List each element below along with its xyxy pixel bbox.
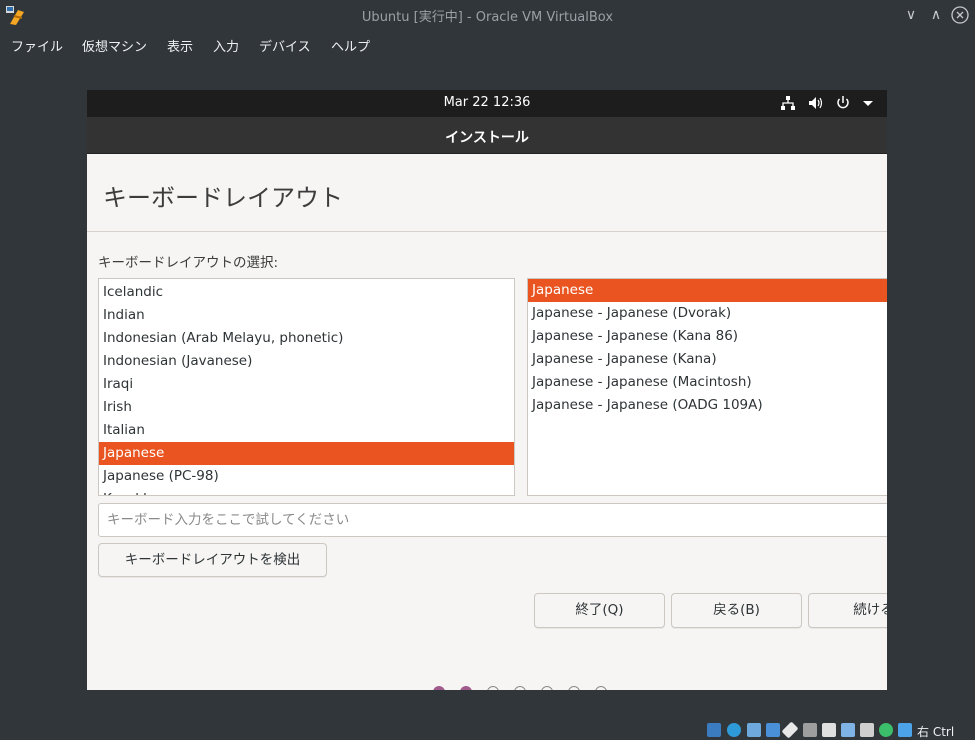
variant-item-japanese-selected[interactable]: Japanese [528,279,887,302]
detect-layout-button[interactable]: キーボードレイアウトを検出 [98,543,327,577]
shared-folders-icon[interactable] [803,723,817,737]
hard-disk-icon[interactable] [707,723,721,737]
menu-file[interactable]: ファイル [11,36,63,55]
clock[interactable]: Mar 22 12:36 [87,95,887,110]
page-title: キーボードレイアウト [103,184,343,212]
host-titlebar: Ubuntu [実行中] - Oracle VM VirtualBox ∨ ∧ [0,0,975,30]
vm-screen[interactable]: Mar 22 12:36 インストール キーボードレイアウト キーボードレイアウ… [87,90,887,690]
recording-icon[interactable] [841,723,855,737]
power-icon[interactable] [834,94,852,112]
variant-item-dvorak[interactable]: Japanese - Japanese (Dvorak) [528,302,887,325]
variant-item-oadg109a[interactable]: Japanese - Japanese (OADG 109A) [528,394,887,417]
host-statusbar: 右 Ctrl [0,720,975,740]
keyboard-test-input[interactable] [98,503,887,537]
layout-item-irish[interactable]: Irish [99,396,514,419]
host-key-label: 右 Ctrl [917,725,955,739]
progress-dot [541,686,553,690]
ubuntu-top-bar: Mar 22 12:36 [87,90,887,117]
window-title: Ubuntu [実行中] - Oracle VM VirtualBox [361,10,614,25]
cpu-icon[interactable] [860,723,874,737]
layout-item-indonesian-arab-melayu[interactable]: Indonesian (Arab Melayu, phonetic) [99,327,514,350]
layout-item-japanese-selected[interactable]: Japanese [99,442,514,465]
maximize-icon[interactable]: ∧ [926,5,946,25]
variant-list[interactable]: Japanese Japanese - Japanese (Dvorak) Ja… [527,278,887,496]
layout-item-japanese-pc98[interactable]: Japanese (PC-98) [99,465,514,488]
page-header: キーボードレイアウト [87,154,887,232]
variant-item-kana86[interactable]: Japanese - Japanese (Kana 86) [528,325,887,348]
layout-item-iraqi[interactable]: Iraqi [99,373,514,396]
network-adapter-icon[interactable] [766,723,780,737]
variant-item-kana[interactable]: Japanese - Japanese (Kana) [528,348,887,371]
installer-title: インストール [445,130,529,146]
optical-drive-icon[interactable] [727,723,741,737]
minimize-icon[interactable]: ∨ [901,5,921,25]
variant-item-macintosh[interactable]: Japanese - Japanese (Macintosh) [528,371,887,394]
layout-item-indonesian-javanese[interactable]: Indonesian (Javanese) [99,350,514,373]
continue-button[interactable]: 続ける [808,593,887,628]
network-icon[interactable] [779,94,797,112]
progress-dot [595,686,607,690]
back-button[interactable]: 戻る(B) [671,593,802,628]
layout-item-italian[interactable]: Italian [99,419,514,442]
audio-icon[interactable] [747,723,761,737]
system-menu-arrow-icon[interactable] [859,94,877,112]
layout-section-label: キーボードレイアウトの選択: [98,255,279,271]
progress-dot [460,686,472,690]
layout-item-icelandic[interactable]: Icelandic [99,281,514,304]
quit-button[interactable]: 終了(Q) [534,593,665,628]
progress-dot [433,686,445,690]
host-key-arrow-icon[interactable] [898,723,912,737]
progress-dot [514,686,526,690]
layout-item-kazakh[interactable]: Kazakh [99,488,514,495]
guest-additions-icon[interactable] [879,723,893,737]
progress-dot [487,686,499,690]
host-menubar: ファイル 仮想マシン 表示 入力 デバイス ヘルプ [0,30,975,58]
usb-icon[interactable] [781,721,799,739]
installer-header: インストール [87,117,887,154]
close-icon[interactable] [950,5,970,25]
menu-machine[interactable]: 仮想マシン [82,36,147,55]
layout-item-indian[interactable]: Indian [99,304,514,327]
display-icon[interactable] [822,723,836,737]
menu-view[interactable]: 表示 [167,36,193,55]
menu-help[interactable]: ヘルプ [331,36,370,55]
menu-input[interactable]: 入力 [213,36,239,55]
volume-icon[interactable] [807,94,825,112]
menu-devices[interactable]: デバイス [259,36,311,55]
layout-list[interactable]: Icelandic Indian Indonesian (Arab Melayu… [98,278,515,496]
progress-dot [568,686,580,690]
